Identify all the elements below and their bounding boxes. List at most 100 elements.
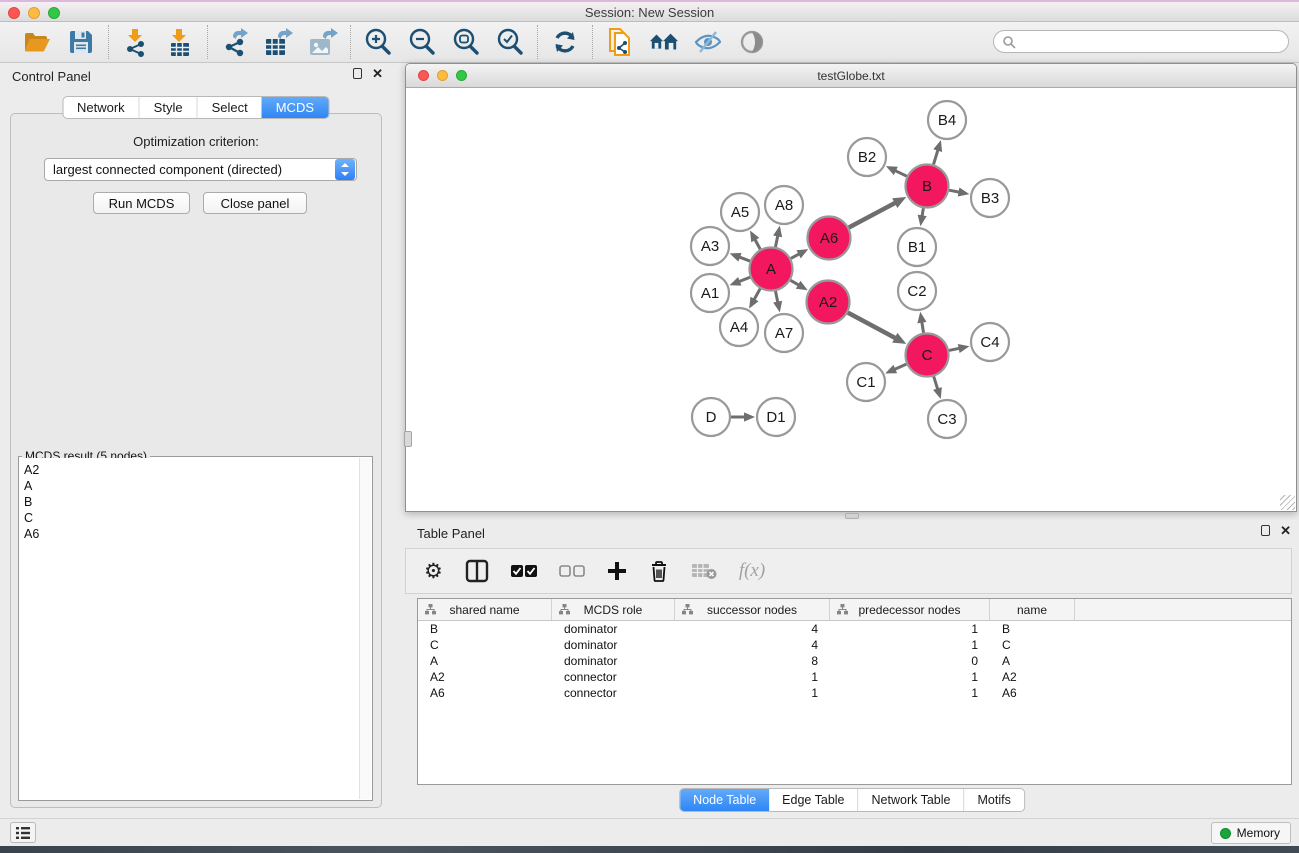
split-view-icon[interactable] (465, 556, 489, 586)
table-cell[interactable]: 1 (675, 685, 830, 701)
graph-node-A1[interactable]: A1 (691, 274, 729, 312)
tab-network-table[interactable]: Network Table (858, 789, 964, 811)
table-settings-icon[interactable]: ⚙ (424, 556, 443, 586)
column-header-name[interactable]: name (990, 599, 1075, 620)
table-cell[interactable]: connector (552, 685, 675, 701)
export-network-icon[interactable] (220, 27, 250, 57)
graph-node-D1[interactable]: D1 (757, 398, 795, 436)
column-header-shared-name[interactable]: shared name (418, 599, 552, 620)
column-header-MCDS-role[interactable]: MCDS role (552, 599, 675, 620)
refresh-icon[interactable] (550, 27, 580, 57)
home-network-icon[interactable] (649, 27, 679, 57)
search-box[interactable] (993, 30, 1289, 53)
graph-node-A3[interactable]: A3 (691, 227, 729, 265)
table-cell[interactable]: dominator (552, 653, 675, 669)
birdseye-handle[interactable] (404, 431, 412, 447)
tab-select[interactable]: Select (197, 97, 262, 118)
search-input[interactable] (1016, 33, 1288, 51)
copy-network-icon[interactable] (605, 27, 635, 57)
edge-C-C3[interactable] (934, 376, 938, 390)
graph-node-C3[interactable]: C3 (928, 400, 966, 438)
tab-network[interactable]: Network (63, 97, 139, 118)
table-cell[interactable]: 1 (675, 669, 830, 685)
table-cell[interactable]: 4 (675, 637, 830, 653)
table-row[interactable]: Bdominator41B (418, 621, 1291, 637)
tab-edge-table[interactable]: Edge Table (769, 789, 857, 811)
mcds-result-list[interactable]: A2ABCA6 (20, 458, 359, 799)
graph-node-D[interactable]: D (692, 398, 730, 436)
table-row[interactable]: Adominator80A (418, 653, 1291, 669)
import-network-icon[interactable] (121, 27, 151, 57)
splitter-handle[interactable] (845, 513, 859, 519)
import-table-icon[interactable] (165, 27, 195, 57)
export-image-icon[interactable] (308, 27, 338, 57)
deselect-all-icon[interactable] (559, 556, 585, 586)
graph-node-B3[interactable]: B3 (971, 179, 1009, 217)
edge-A-A4[interactable] (753, 289, 760, 301)
column-header-successor-nodes[interactable]: successor nodes (675, 599, 830, 620)
table-cell[interactable]: A2 (990, 669, 1075, 685)
graph-node-A2[interactable]: A2 (807, 281, 850, 324)
edge-B-B4[interactable] (934, 149, 939, 165)
export-table-icon[interactable] (264, 27, 294, 57)
network-canvas[interactable]: B4B2BB3A8A5A6A3B1AC2A1A2A4A7C4CC1DC3D1 (406, 88, 1296, 511)
graph-node-B[interactable]: B (906, 165, 949, 208)
contrast-icon[interactable] (737, 27, 767, 57)
graph-node-C[interactable]: C (906, 334, 949, 377)
result-item[interactable]: A (24, 478, 359, 494)
table-row[interactable]: Cdominator41C (418, 637, 1291, 653)
result-scrollbar[interactable] (359, 458, 371, 799)
function-builder-icon[interactable]: f(x) (739, 556, 765, 586)
zoom-out-icon[interactable] (407, 27, 437, 57)
delete-column-icon[interactable] (649, 556, 669, 586)
table-cell[interactable]: A6 (418, 685, 552, 701)
delete-table-icon[interactable] (691, 556, 717, 586)
graph-node-A8[interactable]: A8 (765, 186, 803, 224)
close-panel-icon[interactable]: ✕ (372, 68, 383, 79)
graph-node-C4[interactable]: C4 (971, 323, 1009, 361)
table-cell[interactable]: dominator (552, 637, 675, 653)
hide-icon[interactable] (693, 27, 723, 57)
table-close-icon[interactable]: ✕ (1280, 525, 1291, 536)
result-item[interactable]: C (24, 510, 359, 526)
table-row[interactable]: A6connector11A6 (418, 685, 1291, 701)
table-row[interactable]: A2connector11A2 (418, 669, 1291, 685)
result-item[interactable]: A2 (24, 462, 359, 478)
tab-style[interactable]: Style (139, 97, 197, 118)
table-cell[interactable]: 8 (675, 653, 830, 669)
table-cell[interactable]: dominator (552, 621, 675, 637)
table-cell[interactable]: C (990, 637, 1075, 653)
add-column-icon[interactable] (607, 556, 627, 586)
graph-node-A7[interactable]: A7 (765, 314, 803, 352)
table-cell[interactable]: 4 (675, 621, 830, 637)
graph-node-B1[interactable]: B1 (898, 228, 936, 266)
table-cell[interactable]: A (990, 653, 1075, 669)
save-session-icon[interactable] (66, 27, 96, 57)
table-cell[interactable]: B (418, 621, 552, 637)
table-cell[interactable]: B (990, 621, 1075, 637)
edge-A2-C[interactable] (848, 313, 897, 339)
select-all-icon[interactable] (511, 556, 537, 586)
criterion-dropdown[interactable]: largest connected component (directed) (44, 158, 357, 181)
edge-A6-B[interactable] (849, 202, 897, 227)
table-cell[interactable]: connector (552, 669, 675, 685)
column-header-predecessor-nodes[interactable]: predecessor nodes (830, 599, 990, 620)
resize-grip-icon[interactable] (1280, 495, 1295, 510)
graph-node-A6[interactable]: A6 (808, 217, 851, 260)
graph-node-C2[interactable]: C2 (898, 272, 936, 310)
graph-node-C1[interactable]: C1 (847, 363, 885, 401)
edge-C-C1[interactable] (893, 364, 906, 370)
graph-node-A[interactable]: A (750, 248, 793, 291)
float-panel-icon[interactable] (353, 68, 362, 79)
tab-node-table[interactable]: Node Table (680, 789, 769, 811)
table-cell[interactable]: 1 (830, 669, 990, 685)
tab-mcds[interactable]: MCDS (262, 97, 328, 118)
open-file-icon[interactable] (22, 27, 52, 57)
graph-node-A4[interactable]: A4 (720, 308, 758, 346)
graph-node-A5[interactable]: A5 (721, 193, 759, 231)
table-cell[interactable]: A6 (990, 685, 1075, 701)
graph-node-B4[interactable]: B4 (928, 101, 966, 139)
result-item[interactable]: B (24, 494, 359, 510)
table-cell[interactable]: A (418, 653, 552, 669)
task-history-button[interactable] (10, 822, 36, 843)
